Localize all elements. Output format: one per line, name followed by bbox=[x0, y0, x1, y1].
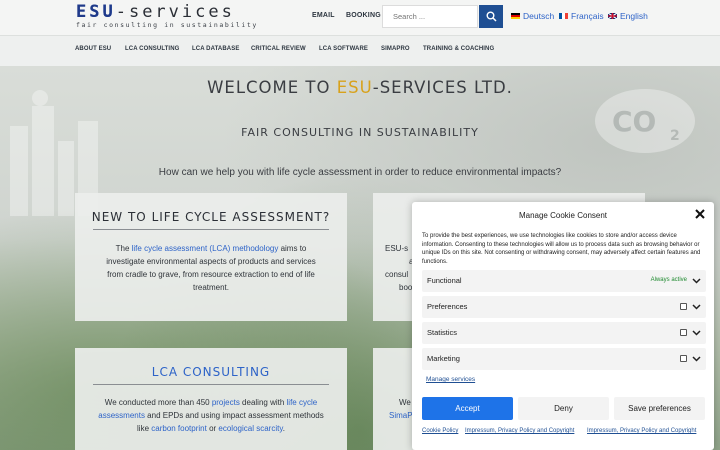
nav-training-coaching[interactable]: TRAINING & COACHING bbox=[423, 46, 494, 52]
nav-simapro[interactable]: SIMAPRO bbox=[381, 46, 410, 52]
hero-title-suffix: -SERVICES LTD. bbox=[372, 78, 513, 97]
logo-brand-rest: -services bbox=[115, 2, 235, 22]
save-preferences-button[interactable]: Save preferences bbox=[614, 397, 705, 420]
cookie-description: To provide the best experiences, we use … bbox=[422, 233, 701, 265]
always-active-badge: Always active bbox=[650, 277, 687, 283]
category-label: Functional bbox=[427, 276, 462, 285]
lang-label: Deutsch bbox=[523, 11, 555, 21]
close-icon[interactable] bbox=[694, 208, 706, 220]
flag-fr-icon bbox=[559, 13, 568, 19]
marketing-checkbox[interactable] bbox=[680, 355, 687, 362]
lang-label: Français bbox=[571, 11, 604, 21]
lca-methodology-link[interactable]: life cycle assessment (LCA) methodology bbox=[132, 244, 279, 253]
nav-lca-database[interactable]: LCA DATABASE bbox=[192, 46, 239, 52]
manage-services-link[interactable]: Manage services bbox=[426, 376, 475, 383]
topnav-email[interactable]: EMAIL bbox=[312, 12, 335, 19]
hero-title-brand: ESU bbox=[336, 78, 373, 97]
flag-de-icon bbox=[511, 13, 520, 19]
statistics-checkbox[interactable] bbox=[680, 329, 687, 336]
cookie-category-statistics[interactable]: Statistics bbox=[422, 322, 706, 344]
card-text: We conducted more than 450 projects deal… bbox=[98, 398, 324, 433]
card-lca-consulting: LCA CONSULTING We conducted more than 45… bbox=[75, 348, 347, 450]
nav-lca-software[interactable]: LCA SOFTWARE bbox=[319, 46, 368, 52]
carbon-footprint-link[interactable]: carbon footprint bbox=[151, 424, 207, 433]
chevron-down-icon[interactable] bbox=[692, 328, 701, 337]
deny-button[interactable]: Deny bbox=[518, 397, 609, 420]
preferences-checkbox[interactable] bbox=[680, 303, 687, 310]
logo-tagline: fair consulting in sustainability bbox=[76, 21, 258, 29]
topnav-booking[interactable]: BOOKING bbox=[346, 12, 381, 19]
category-label: Statistics bbox=[427, 328, 458, 337]
ecological-scarcity-link[interactable]: ecological scarcity bbox=[218, 424, 282, 433]
nav-critical-review[interactable]: CRITICAL REVIEW bbox=[251, 46, 306, 52]
hero-question: How can we help you with life cycle asse… bbox=[158, 167, 562, 178]
logo-brand-esu: ESU bbox=[76, 2, 116, 22]
simapro-link[interactable]: SimaP bbox=[389, 409, 413, 422]
main-nav: ABOUT ESU LCA CONSULTING LCA DATABASE CR… bbox=[0, 35, 720, 66]
lang-english[interactable]: English bbox=[608, 11, 648, 21]
card-new-to-lca: NEW TO LIFE CYCLE ASSESSMENT? The life c… bbox=[75, 193, 347, 321]
category-label: Preferences bbox=[427, 302, 468, 311]
card-text: The life cycle assessment (LCA) methodol… bbox=[106, 244, 316, 292]
cookie-consent-dialog: Manage Cookie Consent To provide the bes… bbox=[412, 202, 714, 450]
flag-en-icon bbox=[608, 13, 617, 19]
cookie-category-functional[interactable]: Functional Always active bbox=[422, 270, 706, 292]
cookie-title: Manage Cookie Consent bbox=[518, 211, 608, 220]
impressum-link[interactable]: Impressum, Privacy Policy and Copyright bbox=[465, 428, 574, 434]
card-title[interactable]: LCA CONSULTING bbox=[75, 365, 347, 379]
search-button[interactable] bbox=[479, 5, 503, 28]
card-divider bbox=[93, 229, 329, 230]
impressum-link-2[interactable]: Impressum, Privacy Policy and Copyright bbox=[587, 428, 696, 434]
hero-title-prefix: WELCOME TO bbox=[207, 78, 337, 97]
hero-subtitle: FAIR CONSULTING IN SUSTAINABILITY bbox=[241, 126, 479, 139]
cookie-category-preferences[interactable]: Preferences bbox=[422, 296, 706, 318]
projects-link[interactable]: projects bbox=[212, 398, 240, 407]
top-bar: ESU-services fair consulting in sustaina… bbox=[0, 0, 720, 35]
search-input[interactable] bbox=[382, 5, 478, 28]
category-label: Marketing bbox=[427, 354, 460, 363]
chevron-down-icon[interactable] bbox=[692, 302, 701, 311]
card-divider bbox=[93, 384, 329, 385]
site-logo[interactable]: ESU-services fair consulting in sustaina… bbox=[76, 2, 256, 32]
card-text: We SimaP bbox=[389, 398, 413, 420]
lang-label: English bbox=[620, 11, 648, 21]
hero-title: WELCOME TO ESU-SERVICES LTD. bbox=[0, 78, 720, 97]
lang-francais[interactable]: Français bbox=[559, 11, 604, 21]
chevron-down-icon[interactable] bbox=[692, 354, 701, 363]
cookie-category-marketing[interactable]: Marketing bbox=[422, 348, 706, 370]
card-text: ESU-s a consul boo bbox=[385, 244, 413, 292]
nav-lca-consulting[interactable]: LCA CONSULTING bbox=[125, 46, 179, 52]
search-icon bbox=[486, 11, 497, 22]
card-title: NEW TO LIFE CYCLE ASSESSMENT? bbox=[91, 210, 331, 224]
lang-deutsch[interactable]: Deutsch bbox=[511, 11, 554, 21]
accept-button[interactable]: Accept bbox=[422, 397, 513, 420]
chevron-down-icon[interactable] bbox=[692, 276, 701, 285]
cookie-policy-link[interactable]: Cookie Policy bbox=[422, 428, 458, 434]
nav-about-esu[interactable]: ABOUT ESU bbox=[75, 46, 111, 52]
